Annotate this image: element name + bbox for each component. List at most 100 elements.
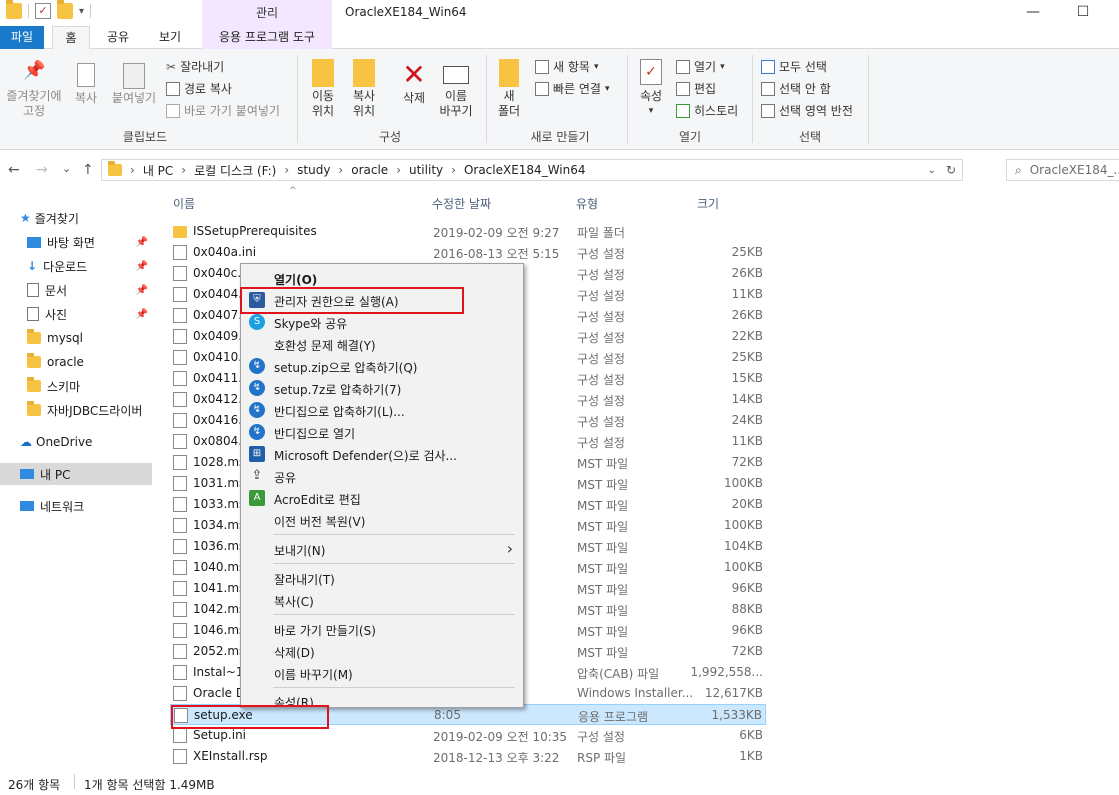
sidebar-item-documents[interactable]: 문서 📌 [0,279,152,301]
file-type: MST 파일 [577,646,629,660]
menu-item-label: 이전 버전 복원(V) [274,515,366,529]
menu-item-cut[interactable]: 잘라내기(T) [241,567,523,589]
new-item-icon [535,59,549,74]
menu-item-restore-versions[interactable]: 이전 버전 복원(V) [241,509,523,531]
select-none-button[interactable]: 선택 안 함 [761,80,831,97]
edit-icon [676,81,690,96]
select-all-button[interactable]: 모두 선택 [761,58,827,75]
file-row[interactable]: 0x040a.ini 2016-08-13 오전 5:15 구성 설정 25KB [170,242,766,263]
paste-shortcut-button[interactable]: 바로 가기 붙여넣기 [166,102,280,119]
easy-access-button[interactable]: 빠른 연결 ▾ [535,80,610,97]
file-date: 2019-02-09 오전 10:35 [433,730,568,744]
breadcrumb-item[interactable]: OracleXE184_Win64 [464,163,586,177]
file-row[interactable]: XEInstall.rsp 2018-12-13 오후 3:22 RSP 파일 1KB [170,746,766,767]
file-size: 26KB [731,308,763,322]
menu-item-bandizip-open[interactable]: ↯ 반디집으로 열기 [241,421,523,443]
menu-item-compress-zip[interactable]: ↯ setup.zip으로 압축하기(Q) [241,355,523,377]
file-size: 104KB [723,539,763,553]
breadcrumb-item[interactable]: oracle [351,163,388,177]
search-input[interactable]: ⌕ OracleXE184_... [1006,159,1119,181]
menu-item-defender-scan[interactable]: ⊞ Microsoft Defender(으)로 검사... [241,443,523,465]
menu-item-delete[interactable]: 삭제(D) [241,640,523,662]
manage-context-tab-header[interactable]: 관리 [202,0,332,26]
properties-check-icon[interactable]: ✓ [35,3,51,19]
sidebar-item-quick-access[interactable]: ★ 즐겨찾기 [0,207,152,229]
column-date[interactable]: 수정한 날짜 [432,195,491,212]
file-size: 100KB [723,518,763,532]
file-name: ISSetupPrerequisites [193,224,317,238]
column-size[interactable]: 크기 [697,195,719,212]
menu-item-create-shortcut[interactable]: 바로 가기 만들기(S) [241,618,523,640]
sidebar-item-this-pc[interactable]: 내 PC [0,463,152,485]
tab-home[interactable]: 홈 [52,26,90,49]
new-item-button[interactable]: 새 항목 ▾ [535,58,598,75]
refresh-button[interactable]: ↻ [946,163,956,177]
new-folder-icon[interactable] [57,0,73,19]
maximize-button[interactable]: ☐ [1060,0,1106,25]
file-icon [173,518,187,533]
properties-button[interactable]: ✓ 속성 ▾ [632,59,670,119]
minimize-button[interactable]: — [1010,0,1056,25]
menu-item-share[interactable]: ⇪ 공유 [241,465,523,487]
file-size: 20KB [731,497,763,511]
menu-item-compress-7z[interactable]: ↯ setup.7z로 압축하기(7) [241,377,523,399]
rename-button[interactable]: 이름 바꾸기 [436,59,476,119]
breadcrumb-separator: › [181,163,187,177]
sidebar-item-onedrive[interactable]: ☁ OneDrive [0,431,152,453]
column-name[interactable]: 이름 [173,195,195,212]
forward-button[interactable]: → [36,162,48,178]
pin-to-quick-access-button[interactable]: 📌 즐겨찾기에 고정 [2,62,66,119]
address-bar[interactable]: › 내 PC › 로컬 디스크 (F:) › study › oracle › … [101,159,963,181]
menu-item-send-to[interactable]: 보내기(N) › [241,538,523,560]
back-button[interactable]: ← [8,162,20,178]
tab-share[interactable]: 공유 [96,26,140,49]
sidebar-item-downloads[interactable]: ↓ 다운로드 📌 [0,255,152,277]
sidebar-item-pictures[interactable]: 사진 📌 [0,303,152,325]
sidebar-item-label: 스키마 [47,379,81,394]
sidebar-item-label: oracle [47,355,84,369]
menu-item-skype-share[interactable]: S Skype와 공유 [241,311,523,333]
up-button[interactable]: ↑ [82,162,94,178]
sidebar-item-network[interactable]: 네트워크 [0,495,152,517]
address-dropdown-icon[interactable]: ⌄ [928,165,936,176]
open-button[interactable]: 열기 ▾ [676,58,725,75]
sidebar-item-jdbc[interactable]: 자바JDBC드라이버 [0,399,152,421]
breadcrumb-item[interactable]: 내 PC [143,162,173,179]
folder-icon[interactable] [6,0,22,19]
menu-item-acroedit[interactable]: A AcroEdit로 편집 [241,487,523,509]
invert-selection-button[interactable]: 선택 영역 반전 [761,102,853,119]
menu-item-copy[interactable]: 복사(C) [241,589,523,611]
menu-item-rename[interactable]: 이름 바꾸기(M) [241,662,523,684]
customize-qat-icon[interactable]: ▾ [79,6,84,17]
tab-view[interactable]: 보기 [148,26,192,49]
breadcrumb-item[interactable]: 로컬 디스크 (F:) [194,162,276,179]
copy-to-button[interactable]: 복사 위치 [344,59,384,119]
sidebar-item-schema[interactable]: 스키마 [0,375,152,397]
file-size: 6KB [739,728,763,742]
delete-button[interactable]: ✕ 삭제 [396,59,432,106]
tab-file[interactable]: 파일 [0,26,44,49]
sidebar-item-mysql[interactable]: mysql [0,327,152,349]
file-name: Oracle D [193,686,246,700]
paste-button[interactable]: 붙여넣기 [108,63,160,106]
menu-item-open[interactable]: 열기(O) [241,267,523,289]
menu-item-bandizip-compress[interactable]: ↯ 반디집으로 압축하기(L)... [241,399,523,421]
sidebar-item-oracle[interactable]: oracle [0,351,152,373]
move-to-button[interactable]: 이동 위치 [304,59,342,119]
file-icon [173,476,187,491]
copy-path-button[interactable]: 경로 복사 [166,80,232,97]
file-row[interactable]: ISSetupPrerequisites 2019-02-09 오전 9:27 파일… [170,221,766,242]
breadcrumb-item[interactable]: study [297,163,330,177]
new-folder-button[interactable]: 새 폴더 [492,59,526,119]
tab-app-tools[interactable]: 응용 프로그램 도구 [202,26,332,49]
cut-button[interactable]: ✂ 잘라내기 [166,58,224,75]
copy-button[interactable]: 복사 [68,63,104,106]
column-type[interactable]: 유형 [576,195,598,212]
recent-locations-button[interactable]: ⌄ [62,162,71,175]
edit-button[interactable]: 편집 [676,80,716,97]
history-button[interactable]: 히스토리 [676,102,738,119]
menu-item-troubleshoot-compat[interactable]: 호환성 문제 해결(Y) [241,333,523,355]
breadcrumb-item[interactable]: utility [409,163,443,177]
sidebar-item-desktop[interactable]: 바탕 화면 📌 [0,231,152,253]
context-menu: 열기(O) ⛨ 관리자 권한으로 실행(A) S Skype와 공유 호환성 문제 … [240,263,524,708]
